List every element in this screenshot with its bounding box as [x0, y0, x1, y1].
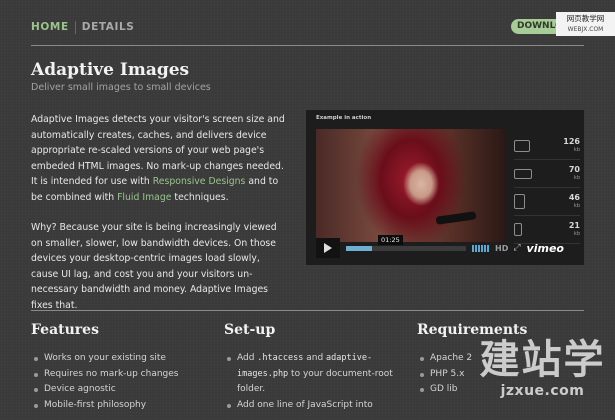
- video-frame-detail: [435, 211, 477, 225]
- nav-divider: [74, 20, 76, 34]
- device-row: 46 kb: [514, 188, 580, 216]
- video-player[interactable]: Example in action 126 kb 70 kb 46 kb 21 kb 0…: [306, 110, 584, 265]
- phone-icon: [514, 223, 522, 236]
- device-size: 70 kb: [569, 165, 580, 183]
- setup-column: Set-up Add .htaccess and adaptive-images…: [224, 322, 399, 413]
- page-title: Adaptive Images: [31, 60, 190, 80]
- device-size-value: 21: [568, 220, 580, 230]
- intro-text: techniques.: [171, 191, 229, 203]
- htaccess-code: .htaccess: [257, 353, 304, 363]
- monitor-icon: [514, 139, 530, 152]
- watermark-line2: WEBJX.COM: [567, 26, 604, 33]
- section-divider: [31, 310, 584, 311]
- list-item: Device agnostic: [31, 382, 206, 398]
- page-subtitle: Deliver small images to small devices: [31, 82, 211, 93]
- video-frame-image[interactable]: [316, 129, 506, 242]
- watermark-line1: 网页教学网: [566, 14, 605, 23]
- play-icon: [324, 243, 332, 253]
- hd-toggle-button[interactable]: HD: [495, 244, 508, 253]
- device-size-value: 46: [568, 192, 580, 202]
- device-size-unit: kb: [573, 202, 580, 209]
- header-divider: [31, 45, 584, 46]
- device-size-value: 70: [568, 164, 580, 174]
- device-size: 21 kb: [569, 221, 580, 239]
- setup-text: Add: [237, 353, 258, 363]
- intro-paragraph-2: Why? Because your site is being increasi…: [31, 222, 277, 311]
- vimeo-logo[interactable]: vimeo: [527, 242, 564, 255]
- list-item: Requires no mark-up changes: [31, 367, 206, 383]
- watermark-logo-top: 网页教学网 WEBJX.COM: [556, 12, 615, 36]
- video-controls: 01:25 HD ⤢ vimeo: [316, 234, 576, 258]
- video-label: Example in action: [316, 115, 372, 121]
- intro-paragraph-1: Adaptive Images detects your visitor's s…: [31, 112, 289, 206]
- top-nav: HOME DETAILS: [31, 19, 584, 35]
- responsive-designs-link[interactable]: Responsive Designs: [153, 176, 246, 187]
- device-size-value: 126: [563, 136, 580, 146]
- device-size-unit: kb: [573, 174, 580, 181]
- video-timecode: 01:25: [378, 234, 403, 245]
- setup-text: and: [303, 353, 327, 363]
- device-size-unit: kb: [573, 146, 580, 153]
- list-item: Add one line of JavaScript into: [224, 398, 399, 414]
- watermark-text: 建站学: [479, 337, 606, 383]
- video-progress-fill: [346, 245, 373, 251]
- nav-details-link[interactable]: DETAILS: [82, 21, 135, 33]
- device-row: 70 kb: [514, 160, 580, 188]
- device-row: 126 kb: [514, 132, 580, 160]
- list-item: Mobile-first philosophy: [31, 398, 206, 414]
- device-size-list: 126 kb 70 kb 46 kb 21 kb: [514, 132, 580, 244]
- tablet-icon: [514, 194, 525, 209]
- download-button[interactable]: DOWNLOAD: [511, 19, 556, 34]
- play-button[interactable]: [316, 238, 340, 258]
- volume-icon[interactable]: [472, 244, 489, 252]
- watermark-logo-bottom: 建站学 jzxue.com: [470, 338, 615, 420]
- features-list: Works on your existing site Requires no …: [31, 351, 206, 413]
- laptop-icon: [514, 168, 532, 179]
- fullscreen-icon[interactable]: ⤢: [513, 243, 520, 253]
- fluid-image-link[interactable]: Fluid Image: [117, 192, 171, 203]
- device-size: 126 kb: [563, 137, 580, 155]
- requirements-heading: Requirements: [417, 322, 528, 338]
- setup-heading: Set-up: [224, 322, 276, 338]
- list-item: Works on your existing site: [31, 351, 206, 367]
- list-item: Add .htaccess and adaptive-images.php to…: [224, 351, 399, 398]
- features-heading: Features: [31, 322, 99, 338]
- device-size: 46 kb: [569, 193, 580, 211]
- video-progress-bar[interactable]: 01:25: [346, 234, 466, 251]
- features-column: Features Works on your existing site Req…: [31, 322, 206, 413]
- nav-home-link[interactable]: HOME: [31, 21, 75, 33]
- watermark-domain: jzxue.com: [500, 383, 585, 399]
- setup-list: Add .htaccess and adaptive-images.php to…: [224, 351, 399, 413]
